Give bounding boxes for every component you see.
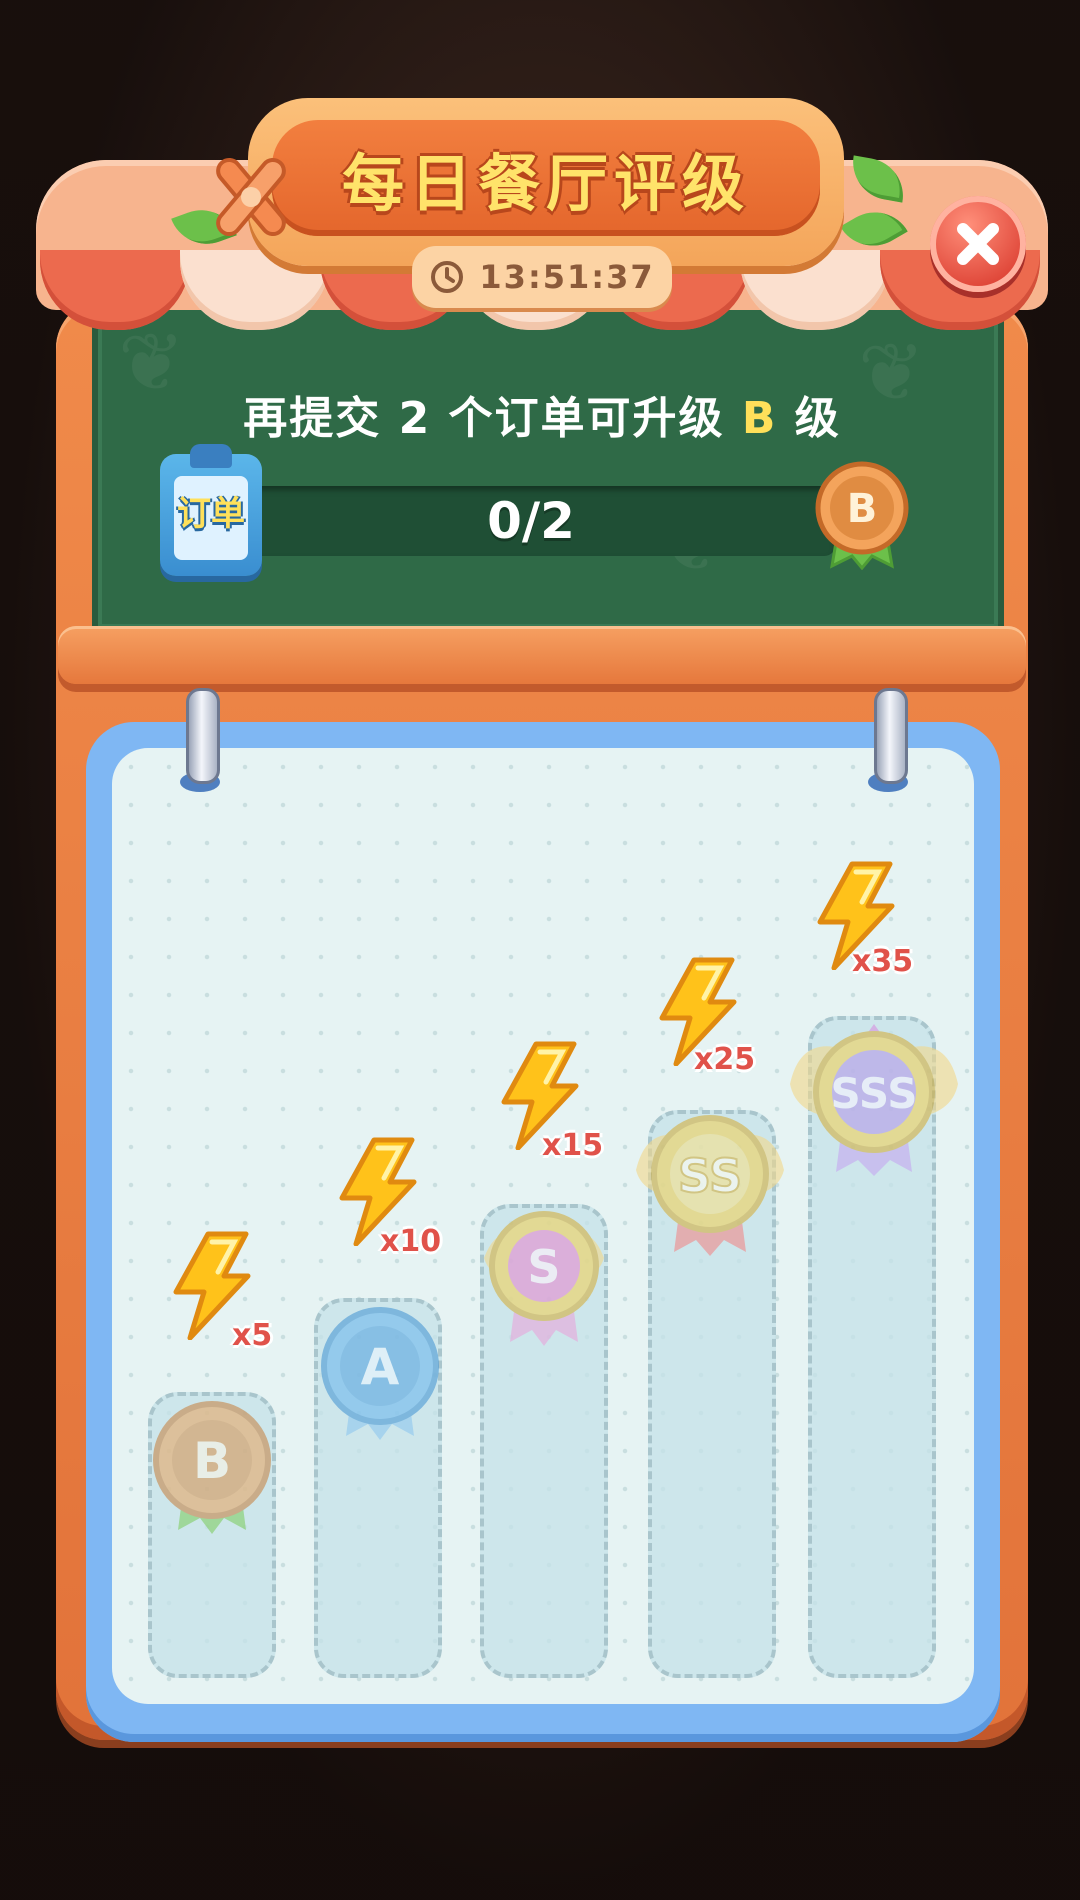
grade-ss-medal-icon: SS (630, 1110, 790, 1260)
tier-grade-ss: SS (678, 1149, 742, 1203)
reward-multiplier: x5 (232, 1318, 273, 1353)
hint-grade: B (741, 393, 778, 444)
board-shelf (58, 626, 1026, 684)
grade-b-medal-icon: B (150, 1398, 274, 1538)
page-title: 每日餐厅评级 (341, 147, 750, 220)
hint-count: 2 (398, 393, 432, 444)
grade-s-medal-icon: S (476, 1206, 612, 1350)
tier-grade-b: B (193, 1432, 231, 1490)
goal-grade-letter: B (847, 486, 878, 532)
order-label: 订单 (177, 494, 245, 534)
countdown-timer: 13:51:37 (479, 258, 655, 296)
reward-multiplier: x35 (852, 944, 914, 979)
timer-badge: 13:51:37 (412, 246, 672, 308)
upgrade-hint: 再提交 2 个订单可升级 B 级 (92, 382, 992, 446)
tier-grade-sss: SSS (831, 1069, 918, 1118)
binder-ring (186, 688, 220, 784)
tier-grade-a: A (361, 1338, 400, 1396)
reward-multiplier: x10 (380, 1224, 442, 1259)
binder-ring (874, 688, 908, 784)
grade-sss-medal-icon: SSS (786, 1022, 962, 1182)
close-icon (957, 223, 999, 265)
grade-a-medal-icon: A (318, 1304, 442, 1444)
grade-b-medal-icon: B (815, 461, 909, 570)
clock-icon (431, 261, 464, 293)
tier-grade-s: S (527, 1240, 560, 1294)
reward-multiplier: x15 (542, 1128, 604, 1163)
hint-suffix: 级 (794, 393, 841, 444)
reward-multiplier: x25 (694, 1042, 756, 1077)
hint-prefix: 再提交 (243, 393, 382, 444)
fork-knife-icon (216, 157, 286, 237)
progress-count: 0/2 (487, 492, 575, 550)
close-button[interactable] (930, 196, 1026, 292)
hint-middle: 个订单可升级 (448, 393, 725, 444)
